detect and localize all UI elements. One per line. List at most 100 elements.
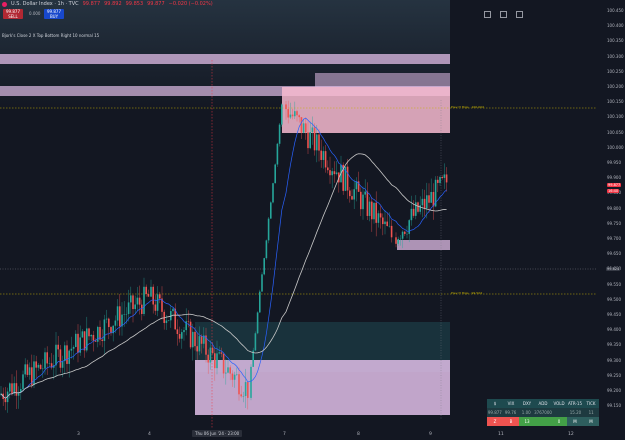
price-tick: 100.400 — [607, 23, 624, 29]
price-tick: 99.300 — [607, 357, 621, 363]
candle — [105, 318, 108, 320]
table-cell — [551, 408, 568, 417]
price-chart[interactable] — [0, 0, 625, 440]
candle — [426, 195, 428, 209]
candle — [68, 350, 70, 364]
candle — [154, 304, 157, 311]
supply-zone-2 — [315, 73, 450, 87]
candle — [322, 151, 325, 160]
candle — [320, 150, 322, 160]
candle — [143, 286, 145, 314]
time-axis[interactable]: 3 4 7 8 9 11 12 — [0, 428, 625, 440]
candle — [353, 189, 355, 200]
candle — [198, 336, 201, 352]
candle — [423, 198, 426, 209]
candle — [240, 394, 242, 397]
table-cell: TICK — [583, 399, 599, 408]
screenshot-icon[interactable] — [500, 11, 507, 18]
table-cell: 0 — [551, 417, 567, 426]
table-cell: VIX — [503, 399, 519, 408]
ohlc-close: 99.877 — [147, 1, 165, 7]
candle — [187, 321, 190, 322]
price-tick: 99.150 — [607, 403, 621, 409]
candle — [59, 349, 62, 368]
candle — [130, 295, 132, 303]
candle — [15, 383, 18, 396]
candle — [147, 293, 150, 297]
candle — [116, 306, 119, 321]
sell-button[interactable]: 99.877 SELL — [3, 9, 23, 19]
symbol-header[interactable]: U.S. Dollar Index · 1h · TVC 99.877 99.8… — [2, 1, 213, 7]
candle — [39, 364, 42, 369]
candle — [176, 329, 179, 335]
candle — [428, 195, 430, 203]
candle — [77, 333, 79, 353]
fullscreen-icon[interactable] — [484, 11, 491, 18]
candle — [289, 114, 292, 118]
candle — [300, 117, 303, 133]
candle — [375, 202, 377, 223]
time-tick: 7 — [283, 432, 286, 437]
candle — [11, 383, 13, 394]
candle — [132, 295, 134, 310]
price-tick: 100.200 — [607, 84, 624, 89]
candle — [81, 331, 84, 338]
price-axis[interactable]: 100.450 100.400 100.350 100.300 100.250 100.2… — [596, 0, 625, 430]
table-cell: ADD — [535, 399, 551, 408]
candle — [362, 194, 364, 210]
candle — [214, 353, 216, 369]
candle — [150, 286, 152, 297]
candle — [92, 334, 95, 341]
candle — [46, 352, 48, 364]
candle — [35, 361, 37, 368]
candle — [127, 302, 130, 315]
candle — [196, 346, 198, 352]
price-tick: 99.700 — [607, 236, 621, 241]
buy-label: BUY — [49, 14, 59, 19]
candle — [238, 374, 240, 395]
candle — [291, 114, 294, 117]
candle — [181, 332, 183, 339]
candle — [145, 286, 147, 294]
crosshair-time-label: Thu 06 Jun '24 · 23:00 — [192, 430, 243, 437]
breadth-table: $ VIX DXY ADD VOLD ATR-15 TICK 99.877 99.76 1.00… — [487, 399, 600, 426]
candle — [178, 334, 181, 339]
candle — [419, 205, 421, 212]
current-price-tag: 99.877 — [607, 183, 622, 187]
candle — [285, 104, 287, 110]
candle — [327, 167, 329, 171]
price-tick: 99.750 — [607, 220, 621, 226]
candle — [281, 104, 283, 125]
candle — [152, 286, 154, 305]
price-tick: 99.550 — [607, 281, 621, 287]
candle — [225, 372, 227, 374]
time-tick: 11 — [498, 432, 504, 437]
buy-button[interactable]: 99.877 BUY — [44, 9, 64, 19]
price-tick: 99.250 — [607, 372, 621, 378]
time-tick: 9 — [429, 432, 432, 437]
candle — [316, 134, 318, 151]
settings-icon[interactable] — [516, 11, 523, 18]
candle — [227, 367, 229, 373]
candle — [331, 171, 333, 176]
table-cell: Z — [487, 417, 503, 426]
candle — [305, 123, 307, 133]
price-tick: 99.450 — [607, 312, 621, 317]
current-time-tag: 16:40 — [607, 189, 620, 193]
candle — [364, 191, 366, 195]
price-tick: 100.350 — [607, 38, 624, 44]
candle — [360, 191, 362, 210]
candle — [272, 183, 274, 203]
table-cell: 99.76 — [502, 408, 519, 417]
candle — [61, 361, 64, 368]
candle — [386, 221, 388, 226]
candle — [351, 196, 353, 200]
time-tick: 12 — [568, 432, 574, 437]
demand-zone-2 — [195, 360, 450, 415]
candle — [333, 171, 336, 175]
table-cell: ATR-15 — [567, 399, 583, 408]
candle — [48, 363, 51, 364]
indicator-label[interactable]: Bjork's Close 2 X Top Bottom Right 10 no… — [2, 33, 99, 38]
candle — [138, 297, 141, 305]
candle — [250, 366, 252, 398]
